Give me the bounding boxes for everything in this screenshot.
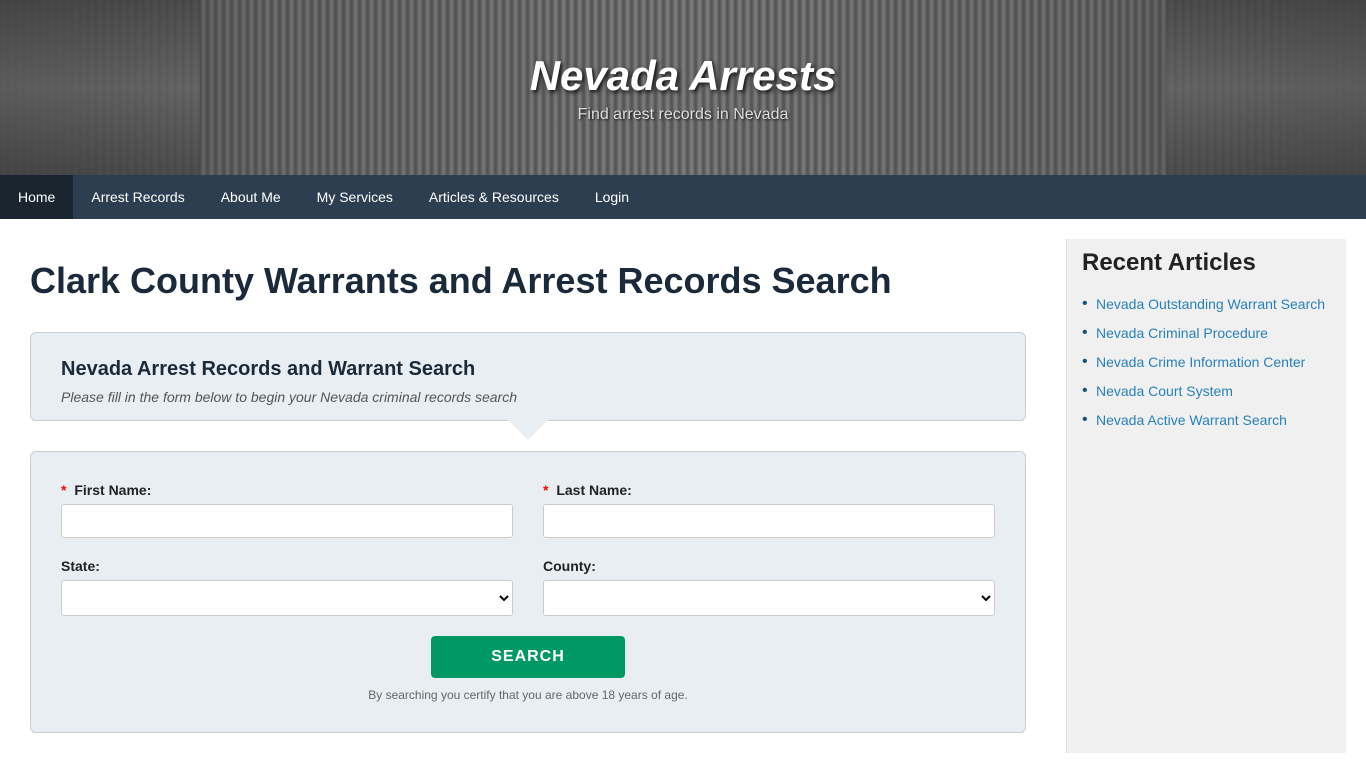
header-hands-left [0, 0, 200, 175]
site-header: Nevada Arrests Find arrest records in Ne… [0, 0, 1366, 175]
state-group: State: [61, 558, 513, 616]
first-name-required: * [61, 482, 66, 498]
nav-home[interactable]: Home [0, 175, 73, 219]
county-select[interactable] [543, 580, 995, 616]
last-name-required: * [543, 482, 548, 498]
list-item: Nevada Crime Information Center [1082, 353, 1331, 372]
county-label: County: [543, 558, 995, 574]
list-item: Nevada Criminal Procedure [1082, 324, 1331, 343]
sidebar-link-0[interactable]: Nevada Outstanding Warrant Search [1096, 296, 1325, 312]
sidebar-link-4[interactable]: Nevada Active Warrant Search [1096, 412, 1287, 428]
list-item: Nevada Active Warrant Search [1082, 411, 1331, 430]
last-name-input[interactable] [543, 504, 995, 538]
search-box-subtitle: Please fill in the form below to begin y… [61, 389, 995, 405]
nav-about-me[interactable]: About Me [203, 175, 299, 219]
nav-arrest-records[interactable]: Arrest Records [73, 175, 202, 219]
main-nav: Home Arrest Records About Me My Services… [0, 175, 1366, 219]
search-form-container: * First Name: * Last Name: State: [30, 451, 1026, 733]
header-hands-right [1166, 0, 1366, 175]
site-title: Nevada Arrests [530, 52, 837, 100]
search-info-box: Nevada Arrest Records and Warrant Search… [30, 332, 1026, 421]
last-name-group: * Last Name: [543, 482, 995, 538]
sidebar-link-2[interactable]: Nevada Crime Information Center [1096, 354, 1305, 370]
search-box-title: Nevada Arrest Records and Warrant Search [61, 358, 995, 381]
sidebar-title: Recent Articles [1082, 249, 1331, 277]
sidebar-links: Nevada Outstanding Warrant Search Nevada… [1082, 295, 1331, 430]
header-text: Nevada Arrests Find arrest records in Ne… [530, 52, 837, 124]
page-title: Clark County Warrants and Arrest Records… [30, 259, 1026, 302]
state-select[interactable] [61, 580, 513, 616]
list-item: Nevada Outstanding Warrant Search [1082, 295, 1331, 314]
first-name-label: * First Name: [61, 482, 513, 498]
sidebar-link-3[interactable]: Nevada Court System [1096, 383, 1233, 399]
search-button[interactable]: SEARCH [431, 636, 625, 678]
nav-login[interactable]: Login [577, 175, 647, 219]
sidebar-link-1[interactable]: Nevada Criminal Procedure [1096, 325, 1268, 341]
form-note: By searching you certify that you are ab… [61, 688, 995, 702]
state-county-row: State: County: [61, 558, 995, 616]
county-group: County: [543, 558, 995, 616]
nav-articles-resources[interactable]: Articles & Resources [411, 175, 577, 219]
last-name-label: * Last Name: [543, 482, 995, 498]
state-label: State: [61, 558, 513, 574]
list-item: Nevada Court System [1082, 382, 1331, 401]
name-row: * First Name: * Last Name: [61, 482, 995, 538]
first-name-input[interactable] [61, 504, 513, 538]
site-subtitle: Find arrest records in Nevada [530, 106, 837, 124]
sidebar: Recent Articles Nevada Outstanding Warra… [1066, 239, 1346, 753]
content-area: Clark County Warrants and Arrest Records… [20, 239, 1046, 753]
first-name-group: * First Name: [61, 482, 513, 538]
nav-my-services[interactable]: My Services [299, 175, 411, 219]
main-container: Clark County Warrants and Arrest Records… [0, 219, 1366, 773]
